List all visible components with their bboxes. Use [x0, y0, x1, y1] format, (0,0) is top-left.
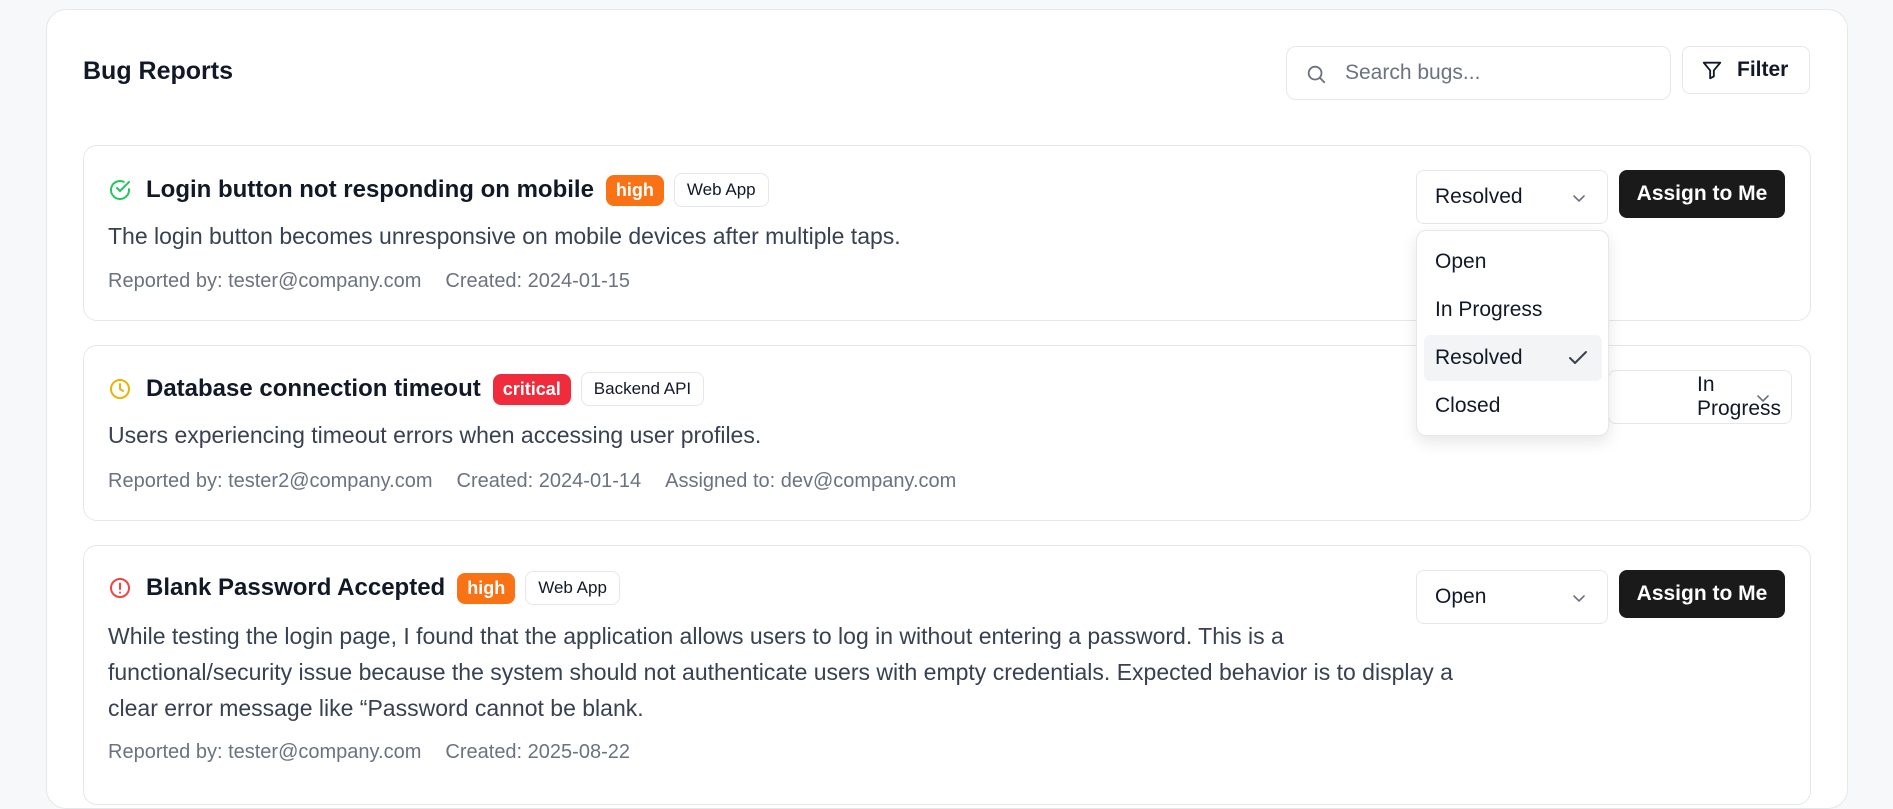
bug-title[interactable]: Database connection timeout — [146, 375, 481, 403]
bug-meta: Reported by: tester@company.com Created:… — [108, 741, 630, 764]
bug-created: Created: 2025-08-22 — [445, 741, 630, 763]
project-tag: Web App — [525, 571, 620, 605]
bug-description: While testing the login page, I found th… — [108, 623, 1453, 721]
alert-circle-icon — [110, 578, 130, 598]
bug-assignee: Assigned to: dev@company.com — [665, 470, 957, 492]
bug-reporter: Reported by: tester2@company.com — [108, 470, 433, 492]
status-select-value: In Progress — [1697, 373, 1782, 420]
bug-created: Created: 2024-01-15 — [445, 270, 630, 292]
status-select[interactable]: In Progress — [1608, 370, 1792, 424]
bug-card: Blank Password Accepted high Web App Whi… — [83, 545, 1811, 805]
status-select-value: Resolved — [1435, 185, 1523, 208]
bug-reporter: Reported by: tester@company.com — [108, 270, 422, 292]
filter-label: Filter — [1737, 58, 1789, 81]
bug-title-row: Login button not responding on mobile hi… — [108, 173, 769, 207]
page-title: Bug Reports — [83, 57, 233, 85]
status-option-resolved[interactable]: Resolved — [1424, 335, 1602, 381]
search-box[interactable] — [1286, 46, 1671, 100]
search-input[interactable] — [1345, 57, 1655, 89]
assign-to-me-button[interactable]: Assign to Me — [1619, 170, 1785, 218]
filter-icon — [1702, 61, 1722, 80]
bug-created: Created: 2024-01-14 — [456, 470, 642, 492]
severity-badge: critical — [492, 373, 571, 405]
bug-title-row: Blank Password Accepted high Web App — [108, 571, 620, 605]
bug-meta: Reported by: tester@company.com Created:… — [108, 270, 630, 293]
filter-button[interactable]: Filter — [1682, 46, 1810, 94]
search-icon — [1307, 65, 1326, 84]
check-icon — [1569, 351, 1587, 364]
status-option-in-progress[interactable]: In Progress — [1424, 287, 1602, 333]
status-select[interactable]: Open — [1416, 570, 1608, 624]
status-select[interactable]: Resolved — [1416, 170, 1608, 224]
status-dropdown-menu: Open In Progress Resolved Closed — [1416, 230, 1609, 436]
status-option-open[interactable]: Open — [1424, 239, 1602, 285]
bug-description: Users experiencing timeout errors when a… — [108, 422, 762, 448]
chevron-down-icon — [1757, 395, 1769, 403]
check-circle-icon — [110, 180, 130, 200]
bug-meta: Reported by: tester2@company.com Created… — [108, 470, 956, 493]
bug-title[interactable]: Blank Password Accepted — [146, 574, 445, 602]
assign-to-me-button[interactable]: Assign to Me — [1619, 570, 1785, 618]
bug-title[interactable]: Login button not responding on mobile — [146, 176, 594, 204]
clock-icon — [110, 379, 130, 399]
bug-reporter: Reported by: tester@company.com — [108, 741, 422, 763]
bug-description: The login button becomes unresponsive on… — [108, 223, 901, 249]
status-option-closed[interactable]: Closed — [1424, 383, 1602, 429]
bug-title-row: Database connection timeout critical Bac… — [108, 372, 705, 406]
status-select-value: Open — [1435, 585, 1487, 608]
project-tag: Backend API — [580, 372, 705, 406]
chevron-down-icon — [1573, 195, 1585, 203]
project-tag: Web App — [673, 173, 769, 207]
severity-badge: high — [605, 174, 664, 206]
chevron-down-icon — [1573, 595, 1585, 603]
status-option-label: Resolved — [1435, 346, 1523, 369]
severity-badge: high — [457, 572, 516, 604]
